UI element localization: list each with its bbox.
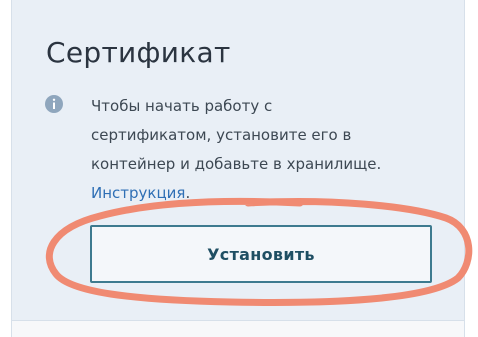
certificate-info-text: Чтобы начать работу с сертификатом, уста…	[91, 92, 436, 208]
instruction-link[interactable]: Инструкция	[91, 184, 185, 202]
instruction-line: Инструкция.	[91, 179, 436, 208]
info-line: Чтобы начать работу с	[91, 97, 273, 115]
install-button[interactable]: Установить	[90, 225, 432, 283]
info-circle-icon	[44, 94, 64, 114]
info-line: контейнер и добавьте в хранилище.	[91, 155, 382, 173]
info-line: сертификатом, установите его в	[91, 126, 352, 144]
certificate-title: Сертификат	[46, 36, 231, 69]
instruction-period: .	[185, 184, 191, 202]
next-section-strip	[11, 321, 465, 337]
